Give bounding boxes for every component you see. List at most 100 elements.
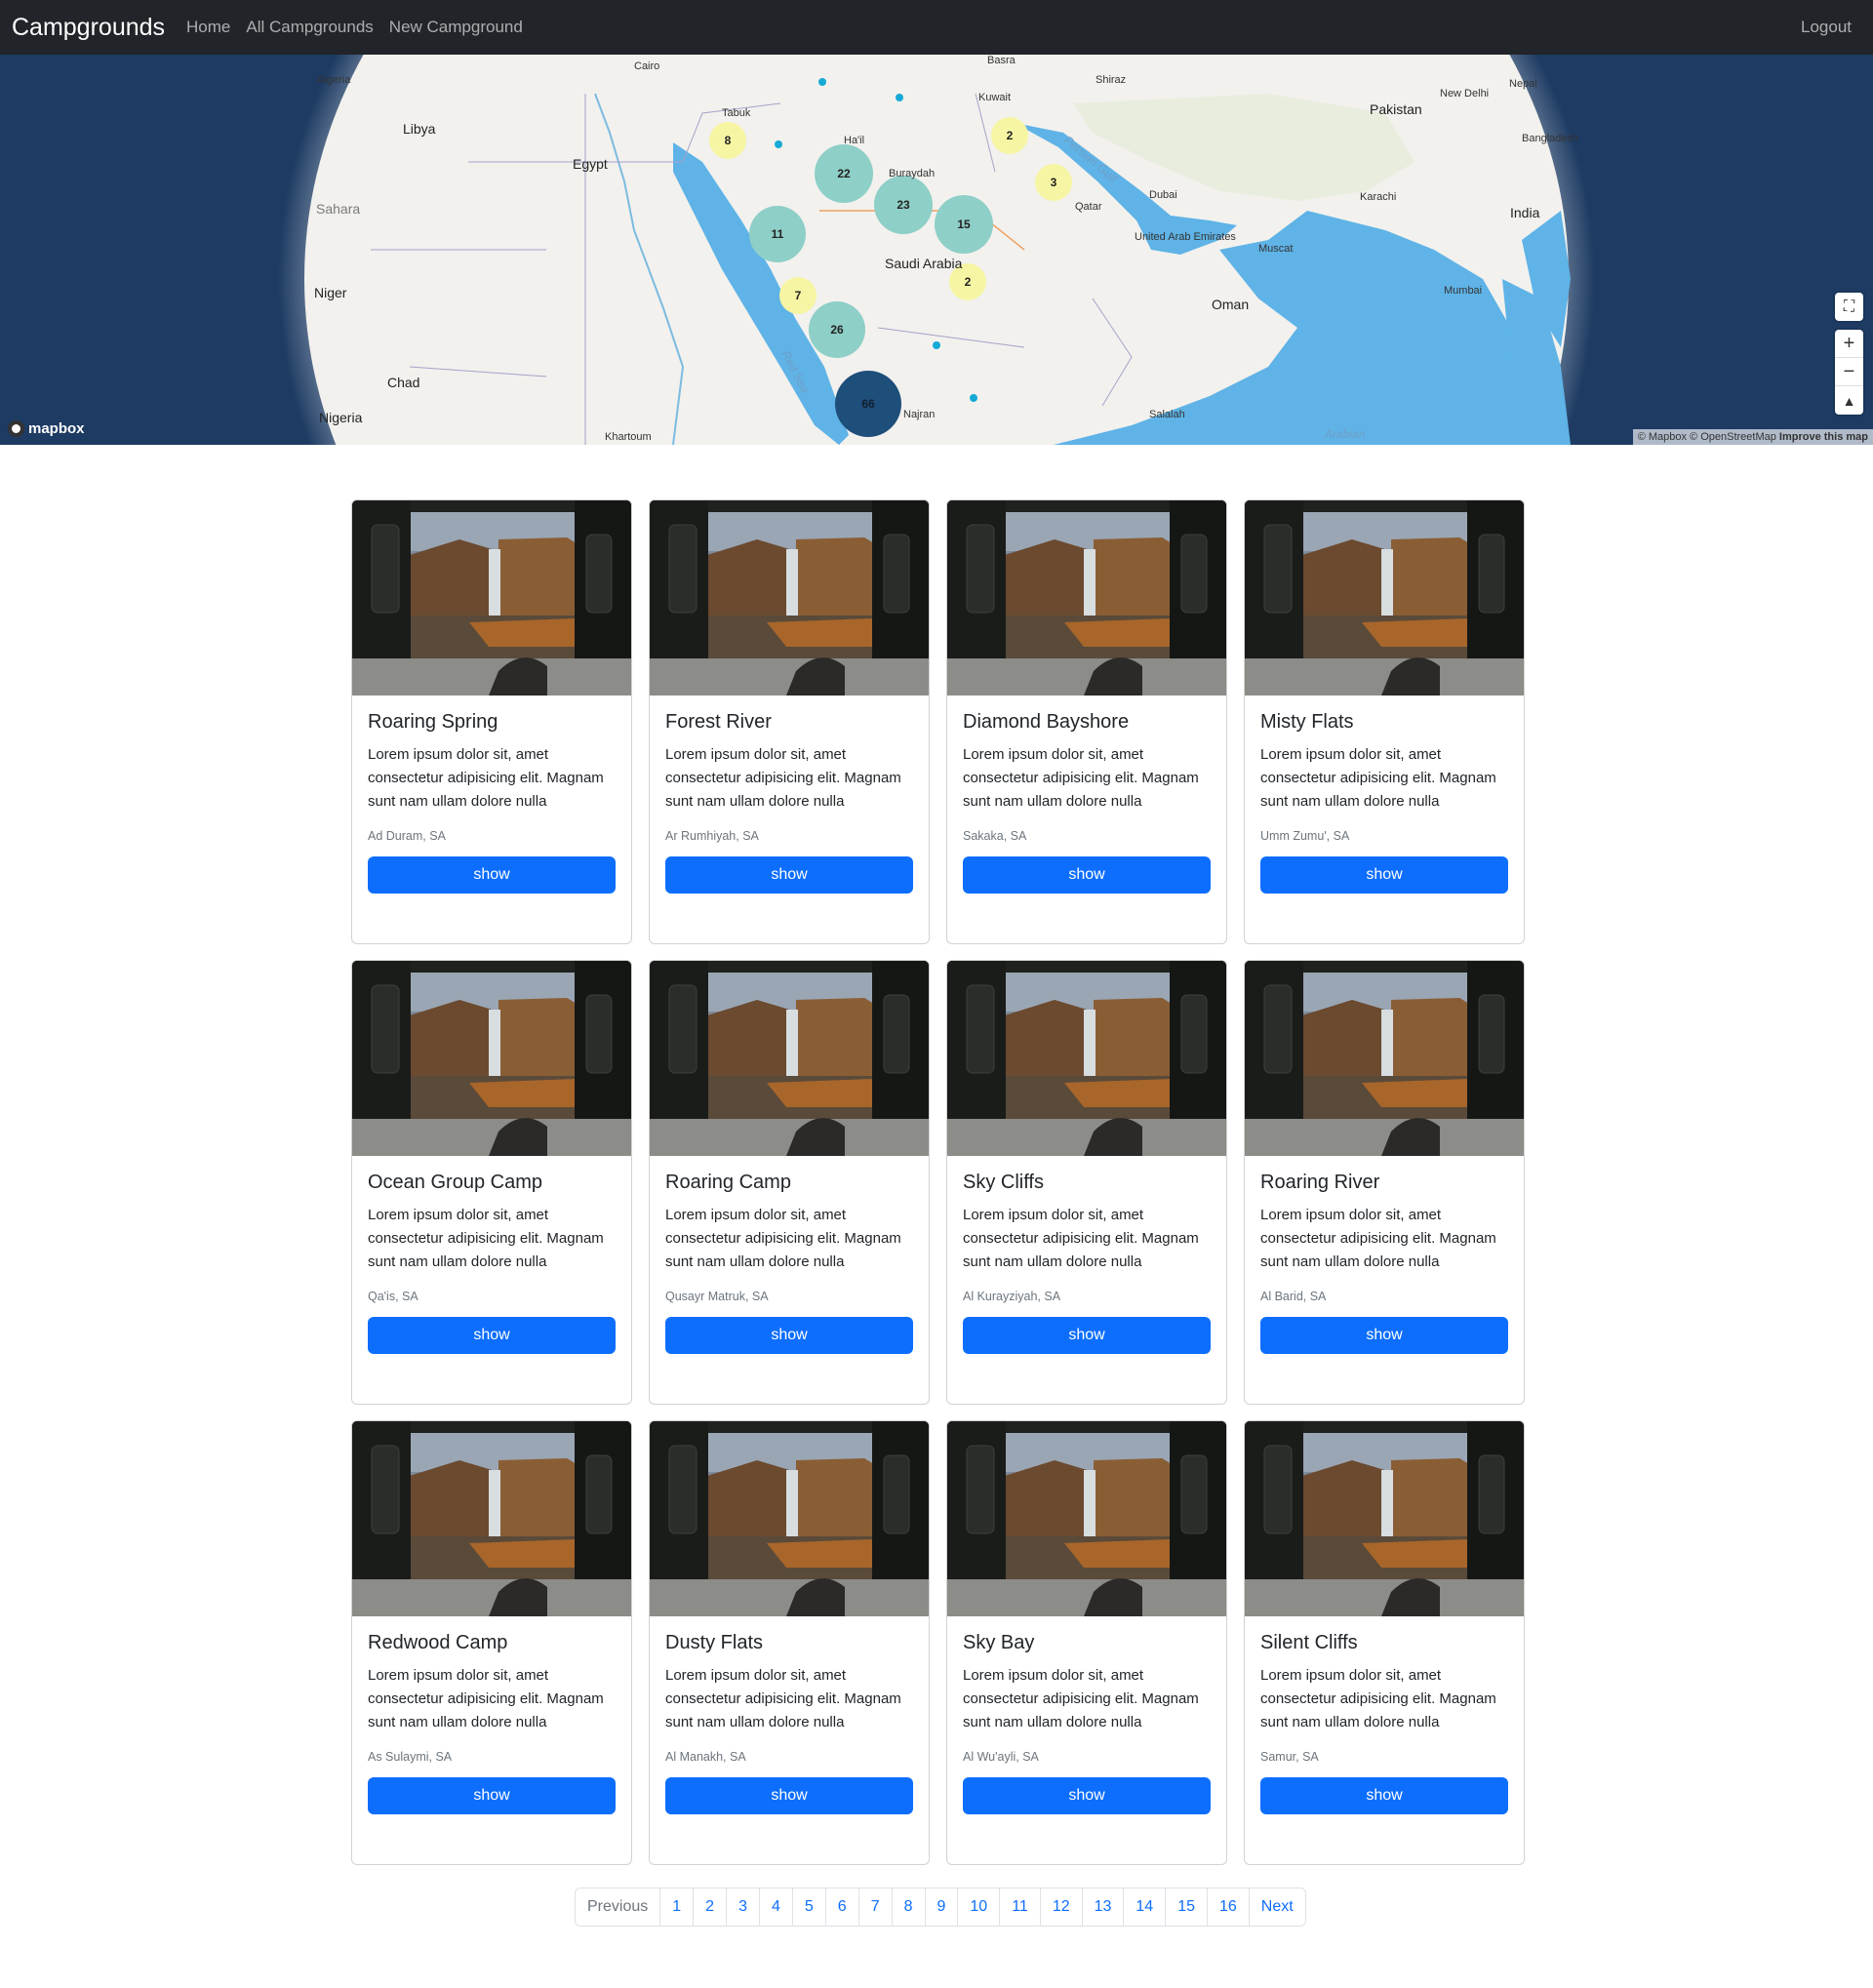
campground-card: Roaring River Lorem ipsum dolor sit, amet… <box>1244 960 1525 1405</box>
card-location: Al Manakh, SA <box>665 1750 746 1764</box>
page-previous[interactable]: Previous <box>576 1889 659 1926</box>
card-description: Lorem ipsum dolor sit, amet consectetur … <box>1260 1667 1496 1730</box>
card-description: Lorem ipsum dolor sit, amet consectetur … <box>963 746 1199 810</box>
map-label: Chad <box>387 375 420 390</box>
map-label: Pakistan <box>1370 101 1422 117</box>
map-point[interactable] <box>933 341 940 349</box>
mapbox-logo-text: mapbox <box>28 420 85 437</box>
show-button[interactable]: show <box>665 856 913 894</box>
map-cluster[interactable]: 22 <box>815 144 873 203</box>
map-label: Buraydah <box>889 168 936 179</box>
map-label: United Arab Emirates <box>1135 231 1236 243</box>
card-body: Ocean Group Camp Lorem ipsum dolor sit, a… <box>352 1156 631 1370</box>
campground-card: Diamond Bayshore Lorem ipsum dolor sit, a… <box>946 499 1227 944</box>
brand-link[interactable]: Campgrounds <box>12 14 165 42</box>
show-button[interactable]: show <box>1260 1777 1508 1814</box>
map-label: Mumbai <box>1444 285 1483 297</box>
page-link[interactable]: 12 <box>1039 1889 1082 1926</box>
page-link[interactable]: 14 <box>1123 1889 1165 1926</box>
attribution-text[interactable]: © Mapbox © OpenStreetMap <box>1638 431 1776 443</box>
map-label: New Delhi <box>1440 88 1490 99</box>
page-link[interactable]: 4 <box>758 1889 792 1926</box>
card-photo-art <box>352 500 631 696</box>
nav-new-campground[interactable]: New Campground <box>389 18 523 37</box>
campground-card: Roaring Camp Lorem ipsum dolor sit, amet … <box>649 960 930 1405</box>
card-description: Lorem ipsum dolor sit, amet consectetur … <box>665 1667 901 1730</box>
map-cluster[interactable]: 23 <box>874 176 933 234</box>
page-link[interactable]: 7 <box>857 1889 892 1926</box>
card-body: Sky Cliffs Lorem ipsum dolor sit, amet co… <box>947 1156 1226 1370</box>
card-body: Roaring River Lorem ipsum dolor sit, amet… <box>1245 1156 1524 1370</box>
page-link[interactable]: 3 <box>726 1889 759 1926</box>
campground-card: Misty Flats Lorem ipsum dolor sit, amet c… <box>1244 499 1525 944</box>
page-link[interactable]: 13 <box>1081 1889 1124 1926</box>
map-attribution: © Mapbox © OpenStreetMap Improve this ma… <box>1632 429 1873 445</box>
campground-card: Silent Cliffs Lorem ipsum dolor sit, amet… <box>1244 1420 1525 1865</box>
card-description: Lorem ipsum dolor sit, amet consectetur … <box>368 1207 604 1270</box>
campground-image <box>947 961 1226 1156</box>
nav-home[interactable]: Home <box>186 18 230 37</box>
page-link[interactable]: 9 <box>924 1889 958 1926</box>
map-canvas <box>0 55 1873 445</box>
map-label: Basra <box>987 55 1016 66</box>
page-link[interactable]: 6 <box>824 1889 858 1926</box>
map-cluster[interactable]: 11 <box>749 206 806 262</box>
map-label: Karachi <box>1360 191 1397 203</box>
map-label: Libya <box>403 121 436 137</box>
map-label: Tabuk <box>722 107 751 119</box>
map-label: Salalah <box>1149 409 1185 420</box>
nav-all-campgrounds[interactable]: All Campgrounds <box>246 18 373 37</box>
show-button[interactable]: show <box>1260 856 1508 894</box>
card-body: Roaring Camp Lorem ipsum dolor sit, amet … <box>650 1156 929 1370</box>
campground-card: Redwood Camp Lorem ipsum dolor sit, amet … <box>351 1420 632 1865</box>
show-button[interactable]: show <box>1260 1317 1508 1354</box>
show-button[interactable]: show <box>665 1777 913 1814</box>
show-button[interactable]: show <box>368 856 616 894</box>
cluster-map[interactable]: 8 22 23 15 11 2 3 2 7 26 66 Saudi Arabia… <box>0 55 1873 445</box>
card-location: Samur, SA <box>1260 1750 1319 1764</box>
page-link[interactable]: 5 <box>791 1889 825 1926</box>
card-photo-art <box>650 500 929 696</box>
map-cluster[interactable]: 15 <box>935 195 993 254</box>
card-photo-art <box>1245 961 1524 1156</box>
page-link[interactable]: 2 <box>693 1889 726 1926</box>
zoom-out-icon[interactable]: − <box>1835 358 1863 386</box>
page-link[interactable]: 15 <box>1165 1889 1207 1926</box>
campground-card: Sky Bay Lorem ipsum dolor sit, amet conse… <box>946 1420 1227 1865</box>
show-button[interactable]: show <box>368 1317 616 1354</box>
card-description: Lorem ipsum dolor sit, amet consectetur … <box>368 746 604 810</box>
card-title: Sky Cliffs <box>963 1172 1044 1193</box>
show-button[interactable]: show <box>963 1317 1211 1354</box>
map-cluster[interactable]: 66 <box>835 371 901 437</box>
fullscreen-icon[interactable]: ⛶ <box>1835 293 1863 321</box>
map-cluster[interactable]: 7 <box>779 277 817 314</box>
compass-icon[interactable]: ▲ <box>1835 386 1863 415</box>
map-point[interactable] <box>818 78 826 86</box>
page-link[interactable]: 16 <box>1207 1889 1249 1926</box>
map-point[interactable] <box>896 94 903 101</box>
page-link[interactable]: 1 <box>659 1889 693 1926</box>
card-photo-art <box>1245 1421 1524 1616</box>
page-next[interactable]: Next <box>1248 1889 1305 1926</box>
map-cluster[interactable]: 3 <box>1035 164 1072 201</box>
show-button[interactable]: show <box>368 1777 616 1814</box>
zoom-in-icon[interactable]: + <box>1835 330 1863 358</box>
mapbox-logo[interactable]: mapbox <box>8 420 85 437</box>
map-point[interactable] <box>775 140 782 148</box>
logout-link[interactable]: Logout <box>1801 18 1852 37</box>
card-title: Ocean Group Camp <box>368 1172 542 1193</box>
map-cluster[interactable]: 26 <box>809 301 865 358</box>
map-cluster[interactable]: 8 <box>709 122 746 159</box>
campground-image <box>352 1421 631 1616</box>
show-button[interactable]: show <box>963 856 1211 894</box>
show-button[interactable]: show <box>963 1777 1211 1814</box>
show-button[interactable]: show <box>665 1317 913 1354</box>
card-description: Lorem ipsum dolor sit, amet consectetur … <box>963 1667 1199 1730</box>
improve-map-link[interactable]: Improve this map <box>1779 431 1868 443</box>
page-link[interactable]: 10 <box>957 1889 999 1926</box>
map-cluster[interactable]: 2 <box>991 117 1028 154</box>
campground-card: Forest River Lorem ipsum dolor sit, amet … <box>649 499 930 944</box>
page-link[interactable]: 8 <box>891 1889 925 1926</box>
page-link[interactable]: 11 <box>999 1889 1040 1926</box>
map-point[interactable] <box>970 394 977 402</box>
